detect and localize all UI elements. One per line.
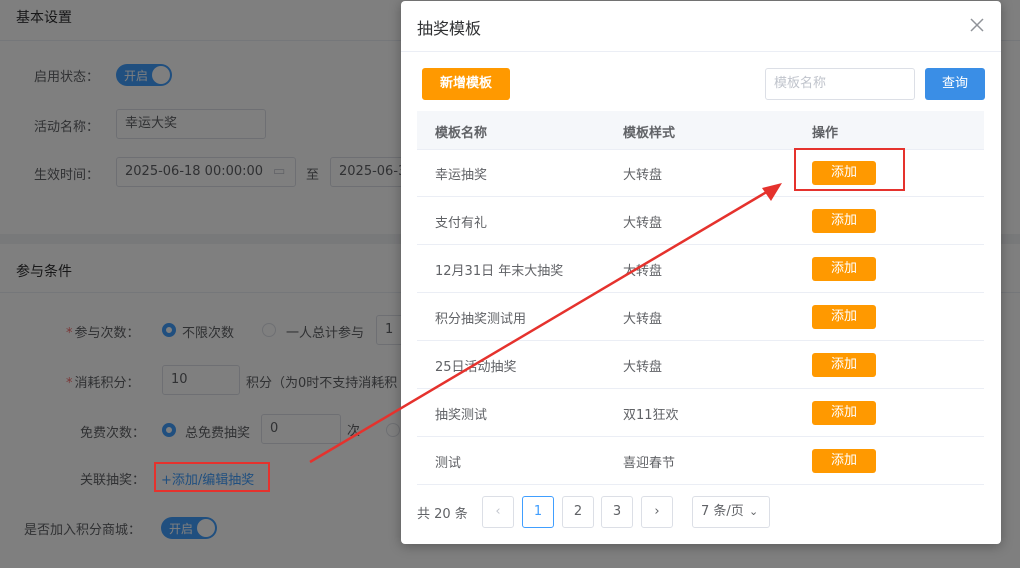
annotation-arrow: [309, 183, 782, 464]
